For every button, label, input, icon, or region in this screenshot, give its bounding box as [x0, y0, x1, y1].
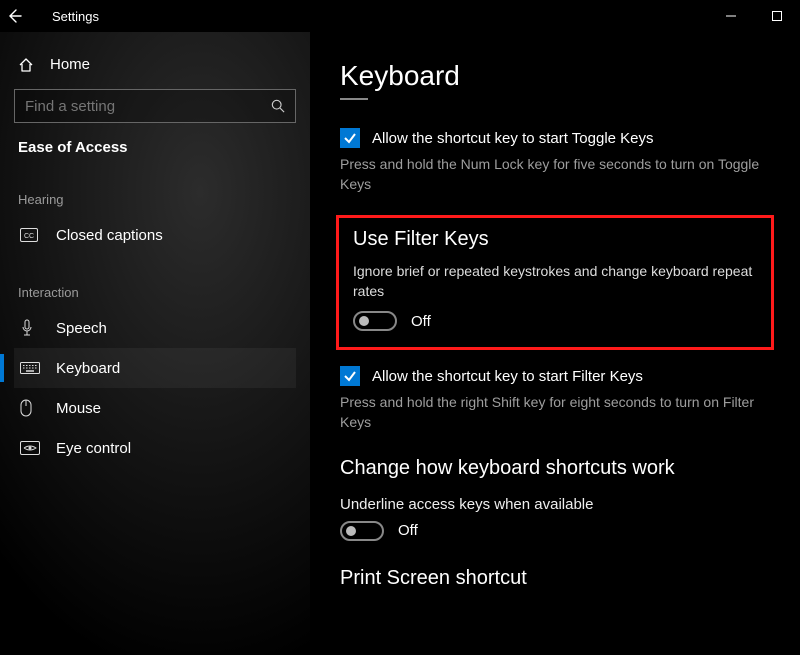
home-icon: [18, 57, 34, 73]
content-pane: Keyboard Allow the shortcut key to start…: [310, 32, 800, 655]
underline-access-keys-toggle[interactable]: [340, 521, 384, 541]
sidebar-item-label: Eye control: [56, 440, 131, 457]
back-button[interactable]: [6, 8, 34, 24]
print-screen-heading: Print Screen shortcut: [340, 567, 770, 590]
mouse-icon: [20, 399, 38, 417]
underline-access-keys-toggle-state: Off: [398, 522, 418, 539]
toggle-knob: [359, 316, 369, 326]
sidebar-item-closed-captions[interactable]: CC Closed captions: [14, 215, 296, 255]
filter-keys-heading: Use Filter Keys: [353, 228, 757, 251]
window-controls: [708, 0, 800, 32]
sidebar-item-keyboard[interactable]: Keyboard: [14, 348, 296, 388]
search-icon: [271, 99, 285, 113]
sidebar-item-label: Mouse: [56, 400, 101, 417]
nav-home[interactable]: Home: [14, 50, 296, 89]
search-input-container[interactable]: [14, 89, 296, 123]
checkmark-icon: [343, 131, 357, 145]
filter-keys-toggle[interactable]: [353, 311, 397, 331]
filter-keys-description: Ignore brief or repeated keystrokes and …: [353, 261, 757, 302]
app-title: Settings: [52, 9, 99, 24]
title-bar: Settings: [0, 0, 800, 32]
eye-control-icon: [20, 441, 38, 455]
underline-access-keys-label: Underline access keys when available: [340, 496, 770, 513]
filter-keys-highlight: Use Filter Keys Ignore brief or repeated…: [336, 215, 774, 351]
sidebar-item-label: Keyboard: [56, 360, 120, 377]
keyboard-icon: [20, 362, 38, 374]
filter-keys-shortcut-description: Press and hold the right Shift key for e…: [340, 392, 770, 433]
sidebar-item-label: Closed captions: [56, 227, 163, 244]
toggle-knob: [346, 526, 356, 536]
maximize-button[interactable]: [754, 0, 800, 32]
page-title: Keyboard: [340, 60, 770, 92]
filter-keys-toggle-state: Off: [411, 313, 431, 330]
minimize-button[interactable]: [708, 0, 754, 32]
toggle-keys-shortcut-label: Allow the shortcut key to start Toggle K…: [372, 130, 654, 147]
sidebar-item-speech[interactable]: Speech: [14, 308, 296, 348]
maximize-icon: [772, 11, 782, 21]
filter-keys-shortcut-checkbox[interactable]: [340, 366, 360, 386]
sidebar-item-eye-control[interactable]: Eye control: [14, 428, 296, 468]
shortcuts-section-heading: Change how keyboard shortcuts work: [340, 457, 770, 480]
sidebar-item-mouse[interactable]: Mouse: [14, 388, 296, 428]
group-interaction-label: Interaction: [14, 255, 296, 308]
toggle-keys-shortcut-description: Press and hold the Num Lock key for five…: [340, 154, 770, 195]
toggle-keys-shortcut-checkbox[interactable]: [340, 128, 360, 148]
microphone-icon: [20, 319, 38, 337]
closed-captions-icon: CC: [20, 228, 38, 242]
search-input[interactable]: [25, 98, 271, 115]
nav-home-label: Home: [50, 56, 90, 73]
sidebar: Home Ease of Access Hearing CC Closed ca…: [0, 32, 310, 655]
arrow-left-icon: [6, 8, 22, 24]
checkmark-icon: [343, 369, 357, 383]
section-title: Ease of Access: [14, 123, 296, 162]
page-title-underline: [340, 98, 368, 100]
group-hearing-label: Hearing: [14, 162, 296, 215]
minimize-icon: [726, 11, 736, 21]
sidebar-item-label: Speech: [56, 320, 107, 337]
svg-text:CC: CC: [24, 233, 34, 240]
filter-keys-shortcut-label: Allow the shortcut key to start Filter K…: [372, 368, 643, 385]
